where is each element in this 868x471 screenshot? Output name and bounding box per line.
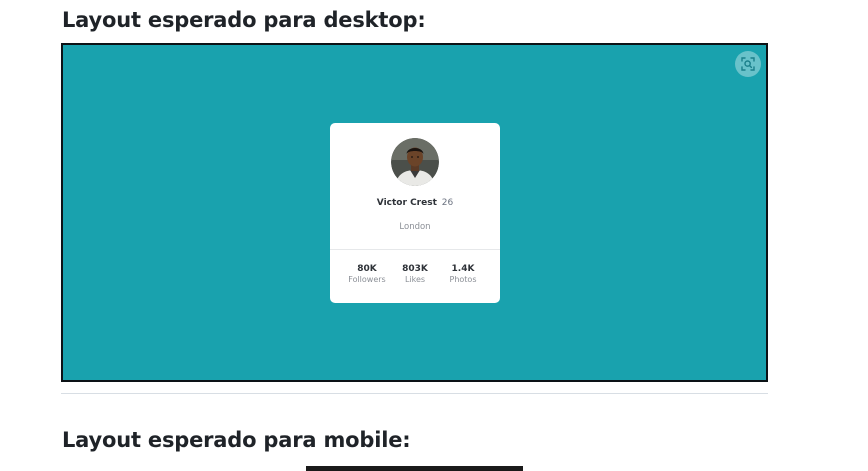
mobile-preview-image [306, 466, 523, 471]
profile-name: Victor Crest [376, 198, 437, 208]
stat-likes: 803K Likes [391, 263, 439, 285]
avatar [389, 136, 441, 188]
profile-age: 26 [441, 198, 454, 208]
stat-label: Photos [449, 275, 477, 284]
profile-name-row: Victor Crest 26 [330, 198, 500, 208]
stat-followers: 80K Followers [343, 263, 391, 285]
stat-photos: 1.4K Photos [439, 263, 487, 285]
stat-label: Followers [348, 275, 386, 284]
desktop-preview-image: Victor Crest 26 London 80K Followers 803… [61, 43, 768, 382]
profile-stats: 80K Followers 803K Likes 1.4K Photos [330, 263, 500, 285]
focus-zoom-icon [741, 57, 755, 71]
stat-value: 803K [402, 264, 428, 274]
zoom-button[interactable] [735, 51, 761, 77]
avatar-photo [391, 138, 439, 186]
mobile-layout-heading: Layout esperado para mobile: [62, 428, 411, 452]
profile-card: Victor Crest 26 London 80K Followers 803… [330, 123, 500, 303]
stat-value: 1.4K [451, 264, 475, 274]
desktop-layout-heading: Layout esperado para desktop: [62, 8, 426, 32]
card-divider [330, 249, 500, 250]
profile-location: London [399, 222, 431, 232]
stat-label: Likes [404, 275, 426, 284]
stat-value: 80K [357, 264, 377, 274]
page: Layout esperado para desktop: Victor Cre… [0, 0, 868, 471]
section-divider [61, 393, 768, 394]
